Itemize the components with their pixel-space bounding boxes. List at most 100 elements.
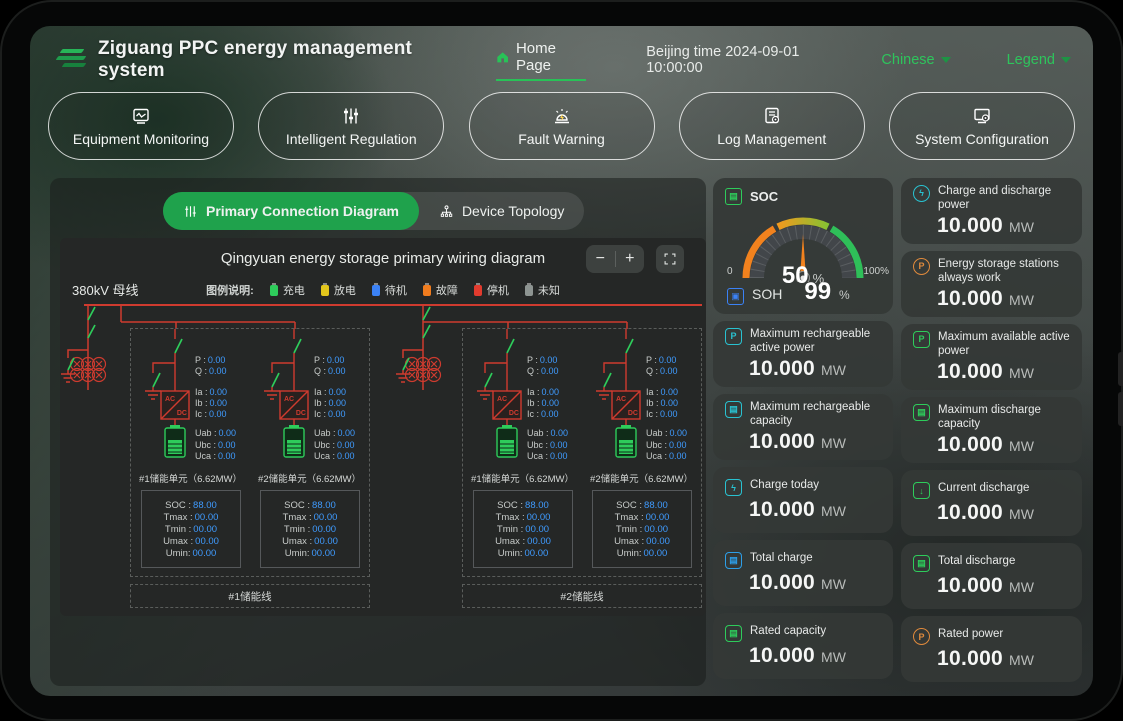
- stat-value: 10.000: [749, 644, 815, 668]
- language-dropdown[interactable]: Chinese: [881, 52, 950, 68]
- stat-card: ▤ Maximum rechargeable capacity 10.000 M…: [713, 394, 893, 460]
- chevron-down-icon: [1061, 57, 1071, 63]
- wiring-diagram-panel: Qingyuan energy storage primary wiring d…: [60, 238, 706, 616]
- unit-soc-box: SOC :88.00 Tmax :00.00 Tmin :00.00 Umax …: [473, 490, 573, 568]
- svg-text:AC: AC: [284, 396, 294, 403]
- stat-title: Maximum available active power: [938, 330, 1070, 359]
- home-page-link[interactable]: Home Page: [496, 40, 587, 81]
- unit-readouts: P :0.00 Q :0.00 Ia :0.00 Ib :0.00 Ic :0.…: [646, 329, 701, 461]
- unit-circuit: AC DC: [471, 329, 527, 461]
- stat-unit: MW: [821, 576, 846, 592]
- stat-title: Rated power: [938, 627, 1003, 641]
- stat-value: 10.000: [749, 430, 815, 454]
- stat-card: ▤ Maximum discharge capacity 10.000 MW: [901, 397, 1082, 463]
- soh-unit: %: [839, 288, 850, 302]
- svg-text:AC: AC: [165, 396, 175, 403]
- tab-primary-connection-diagram[interactable]: Primary Connection Diagram: [163, 192, 419, 230]
- storage-unit: AC DC P :0.00 Q :0.00: [131, 329, 250, 576]
- stat-card: P Maximum rechargeable active power 10.0…: [713, 321, 893, 387]
- unit-soc-box: SOC :88.00 Tmax :00.00 Tmin :00.00 Umax …: [141, 490, 241, 568]
- storage-line-box-1: AC DC P :0.00 Q :0.00: [130, 328, 370, 577]
- stat-card: ▤ Total charge 10.000 MW: [713, 540, 893, 606]
- stat-unit: MW: [821, 362, 846, 378]
- storage-unit: AC DC P :0.00 Q :0.00: [250, 329, 369, 576]
- stat-unit: MW: [1009, 438, 1034, 454]
- stats-column-left: ▤ SOC: [713, 178, 893, 679]
- storage-unit: AC DC P :0.00 Q :0.00: [463, 329, 582, 576]
- wiring-icon: [183, 204, 198, 219]
- stat-value: 10.000: [749, 357, 815, 381]
- stat-icon: ↓: [913, 482, 930, 499]
- svg-text:AC: AC: [497, 396, 507, 403]
- unit-name: #1储能单元（6.62MW）: [463, 471, 582, 485]
- stat-value: 10.000: [937, 501, 1003, 525]
- unit-circuit: AC DC: [258, 329, 314, 461]
- line-label-1: #1储能线: [130, 584, 370, 608]
- stat-icon: P: [913, 331, 930, 348]
- soh-database-icon: ▣: [727, 288, 744, 305]
- stat-value: 10.000: [749, 571, 815, 595]
- app-title: Ziguang PPC energy management system: [98, 38, 444, 82]
- stat-unit: MW: [1009, 219, 1034, 235]
- stat-value: 10.000: [937, 574, 1003, 598]
- stat-unit: MW: [1009, 579, 1034, 595]
- stat-icon: P: [913, 628, 930, 645]
- monitor-icon: [131, 106, 151, 126]
- stat-unit: MW: [821, 649, 846, 665]
- stat-card: P Rated power 10.000 MW: [901, 616, 1082, 682]
- stat-card: ϟ Charge today 10.000 MW: [713, 467, 893, 533]
- nav-system-configuration[interactable]: System Configuration: [889, 92, 1075, 160]
- volume-up-button[interactable]: [1118, 352, 1123, 386]
- nav-label: Intelligent Regulation: [286, 131, 417, 147]
- soc-gauge-card: ▤ SOC: [713, 178, 893, 314]
- nav-log-management[interactable]: Log Management: [679, 92, 865, 160]
- nav-intelligent-regulation[interactable]: Intelligent Regulation: [258, 92, 444, 160]
- stat-icon: ϟ: [913, 185, 930, 202]
- stat-title: Total charge: [750, 551, 813, 565]
- tab-label: Primary Connection Diagram: [206, 203, 399, 219]
- stat-value: 10.000: [749, 498, 815, 522]
- stat-title: Energy storage stations always work: [938, 257, 1070, 286]
- language-label: Chinese: [881, 52, 934, 68]
- unit-name: #2储能单元（6.62MW）: [582, 471, 701, 485]
- unit-name: #2储能单元（6.62MW）: [250, 471, 369, 485]
- nav-label: Log Management: [717, 131, 826, 147]
- stat-unit: MW: [821, 503, 846, 519]
- svg-text:DC: DC: [296, 410, 306, 417]
- soc-battery-icon: ▤: [725, 188, 742, 205]
- stat-icon: P: [913, 258, 930, 275]
- stat-title: Rated capacity: [750, 624, 826, 638]
- soh-value: 99: [804, 278, 831, 306]
- app-logo-icon: [54, 47, 88, 73]
- tab-device-topology[interactable]: Device Topology: [419, 192, 584, 230]
- stat-unit: MW: [1009, 506, 1034, 522]
- screen: Ziguang PPC energy management system Hom…: [30, 26, 1093, 696]
- svg-text:DC: DC: [177, 410, 187, 417]
- alarm-icon: [552, 106, 572, 126]
- unit-readouts: P :0.00 Q :0.00 Ia :0.00 Ib :0.00 Ic :0.…: [195, 329, 250, 461]
- storage-unit: AC DC P :0.00 Q :0.00: [582, 329, 701, 576]
- stat-title: Current discharge: [938, 481, 1029, 495]
- stat-title: Maximum discharge capacity: [938, 403, 1070, 432]
- unit-soc-box: SOC :88.00 Tmax :00.00 Tmin :00.00 Umax …: [592, 490, 692, 568]
- nav-label: Fault Warning: [518, 131, 605, 147]
- main-panel: Primary Connection Diagram Device Topolo…: [50, 178, 706, 686]
- topology-icon: [439, 204, 454, 219]
- svg-text:DC: DC: [628, 410, 638, 417]
- nav-fault-warning[interactable]: Fault Warning: [469, 92, 655, 160]
- nav-equipment-monitoring[interactable]: Equipment Monitoring: [48, 92, 234, 160]
- stats-column-right: ϟ Charge and discharge power 10.000 MW P…: [901, 178, 1082, 682]
- stat-card: P Maximum available active power 10.000 …: [901, 324, 1082, 390]
- stat-title: Charge today: [750, 478, 819, 492]
- stat-icon: ▤: [913, 555, 930, 572]
- gauge-title: SOC: [750, 189, 778, 204]
- stat-value: 10.000: [937, 360, 1003, 384]
- legend-dropdown[interactable]: Legend: [1007, 52, 1071, 68]
- stat-icon: ▤: [725, 401, 742, 418]
- stat-unit: MW: [1009, 292, 1034, 308]
- unit-name: #1储能单元（6.62MW）: [131, 471, 250, 485]
- stat-value: 10.000: [937, 433, 1003, 457]
- stat-icon: ϟ: [725, 479, 742, 496]
- volume-down-button[interactable]: [1118, 392, 1123, 426]
- stat-icon: ▤: [725, 552, 742, 569]
